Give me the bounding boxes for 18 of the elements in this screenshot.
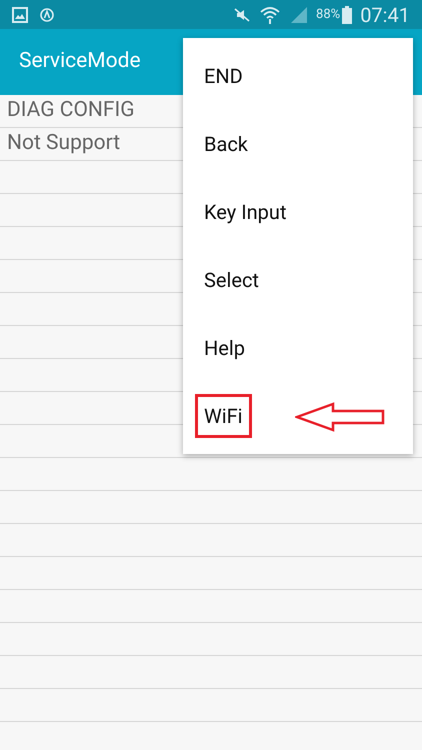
- battery-percent: 88%: [316, 6, 340, 24]
- signal-icon: [290, 6, 308, 22]
- menu-item[interactable]: END: [195, 54, 252, 98]
- list-row-text: DIAG CONFIG: [7, 97, 134, 124]
- menu-item[interactable]: Select: [195, 258, 268, 302]
- gallery-icon: [12, 6, 28, 22]
- menu-item[interactable]: Help: [195, 326, 254, 370]
- menu-item[interactable]: Key Input: [195, 190, 296, 234]
- menu-item[interactable]: WiFi: [195, 394, 252, 438]
- menu-item[interactable]: Back: [195, 122, 257, 166]
- mute-icon: [234, 6, 250, 22]
- battery-icon: [342, 6, 352, 24]
- clock: 07:41: [360, 2, 410, 28]
- at-sign-icon: [40, 8, 54, 22]
- list-row-text: Not Support: [7, 130, 120, 158]
- wifi-icon: [260, 6, 280, 24]
- arrow-annotation-icon: [295, 402, 387, 432]
- app-title: ServiceMode: [19, 48, 141, 76]
